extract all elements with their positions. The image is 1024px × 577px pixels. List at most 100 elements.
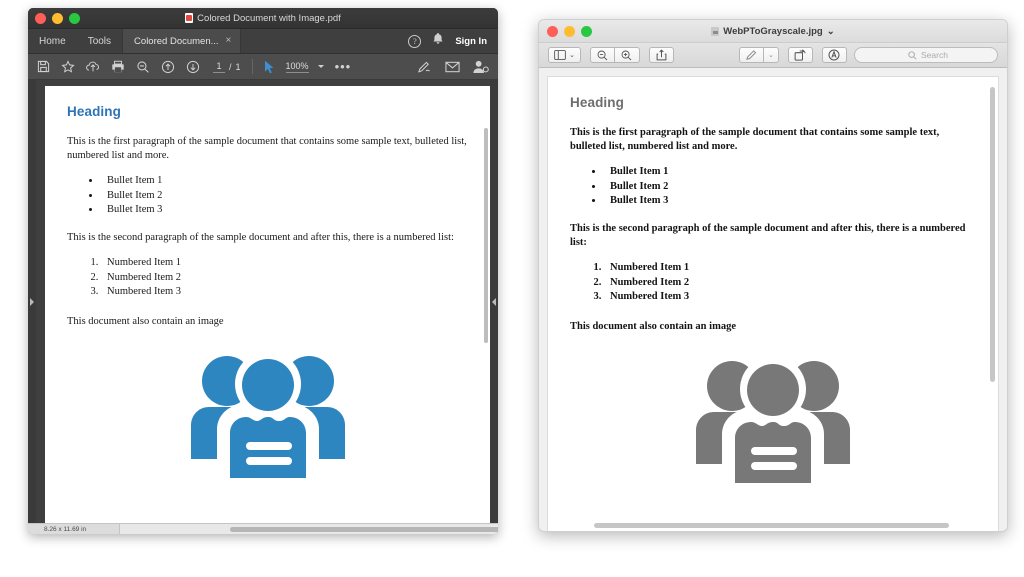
preview-horizontal-scrollbar[interactable] [594, 523, 949, 528]
document-tab[interactable]: Colored Documen... × [122, 29, 242, 53]
markup-pen-icon [746, 49, 757, 60]
left-panel-rail[interactable] [28, 80, 36, 523]
preview-vertical-scrollbar[interactable] [990, 87, 995, 382]
menu-item-home[interactable]: Home [28, 29, 77, 53]
chevron-down-icon[interactable] [317, 65, 324, 68]
markup-options-button[interactable]: ⌄ [763, 47, 779, 63]
maximize-button[interactable] [69, 13, 80, 24]
zoom-out-icon [597, 50, 608, 60]
preview-content-area: Heading This is the first paragraph of t… [539, 68, 1007, 531]
share-person-icon[interactable] [473, 60, 489, 74]
bell-icon[interactable] [432, 32, 444, 50]
jpg-file-icon [711, 26, 720, 36]
preview-titlebar: WebPToGrayscale.jpg ⌄ [539, 20, 1007, 43]
close-button[interactable] [547, 26, 558, 37]
previous-page-icon[interactable] [161, 60, 175, 74]
print-icon[interactable] [111, 60, 125, 73]
upload-cloud-icon[interactable] [86, 60, 100, 73]
list-item: Bullet Item 2 [604, 180, 976, 195]
acrobat-toolbar-right-group [417, 60, 489, 74]
document-paragraph-1: This is the first paragraph of the sampl… [570, 127, 940, 152]
list-item: Bullet Item 3 [101, 203, 468, 218]
current-page-input[interactable]: 1 [213, 61, 225, 73]
minimize-button[interactable] [52, 13, 63, 24]
screenshot-stage: Colored Document with Image.pdf Home Too… [0, 0, 1024, 577]
document-numbered-list: Numbered Item 1 Numbered Item 2 Numbered… [101, 256, 468, 300]
annotate-button[interactable] [821, 47, 847, 63]
rotate-icon [794, 49, 806, 61]
toolbar-divider [251, 59, 253, 74]
acrobat-title-text: Colored Document with Image.pdf [197, 12, 341, 24]
pdf-vertical-scrollbar[interactable] [484, 128, 488, 343]
document-heading: Heading [67, 104, 121, 119]
document-paragraph-3: This document also contain an image [570, 320, 736, 332]
zoom-level-value[interactable]: 100% [285, 61, 309, 73]
list-item: Numbered Item 3 [101, 285, 468, 300]
zoom-out-button[interactable] [589, 47, 615, 63]
markup-button[interactable] [738, 47, 764, 63]
right-panel-rail[interactable] [490, 80, 498, 523]
title-chevron-down-icon[interactable]: ⌄ [827, 26, 835, 37]
next-page-icon[interactable] [186, 60, 200, 74]
document-paragraph-2: This is the second paragraph of the samp… [570, 222, 966, 248]
zoom-out-icon[interactable] [136, 60, 150, 74]
document-image-grayscale [570, 352, 976, 500]
expand-left-panel-icon[interactable] [30, 297, 34, 306]
acrobat-traffic-lights[interactable] [35, 13, 80, 24]
document-bullet-list: Bullet Item 1 Bullet Item 2 Bullet Item … [604, 165, 976, 209]
share-icon [656, 49, 667, 61]
acrobat-document-viewport: Heading This is the first paragraph of t… [28, 80, 498, 523]
list-item: Numbered Item 2 [604, 276, 976, 291]
document-paragraph-3: This document also contain an image [67, 315, 224, 327]
star-icon[interactable] [61, 59, 75, 74]
list-item: Bullet Item 1 [604, 165, 976, 180]
search-icon [908, 50, 917, 60]
sign-in-button[interactable]: Sign In [455, 36, 487, 47]
save-icon[interactable] [37, 60, 50, 73]
more-tools-icon[interactable]: ••• [335, 60, 352, 73]
markup-chevron-down-icon: ⌄ [767, 51, 774, 59]
search-field[interactable]: Search [854, 47, 998, 63]
pdf-horizontal-scrollbar-track[interactable] [120, 524, 498, 535]
email-icon[interactable] [445, 61, 460, 73]
list-item: Numbered Item 2 [101, 271, 468, 286]
annotate-icon [828, 49, 840, 61]
total-pages: 1 [235, 61, 241, 72]
pdf-horizontal-scrollbar-thumb[interactable] [230, 526, 498, 532]
zoom-in-icon [621, 50, 632, 60]
collapse-right-panel-icon[interactable] [492, 297, 496, 306]
close-button[interactable] [35, 13, 46, 24]
menu-home-label: Home [39, 35, 66, 47]
maximize-button[interactable] [581, 26, 592, 37]
highlight-pen-icon[interactable] [417, 60, 432, 74]
zoom-control[interactable]: 100% [285, 61, 324, 73]
page-separator: / [229, 61, 232, 72]
people-group-icon [190, 350, 345, 478]
list-item: Bullet Item 3 [604, 194, 976, 209]
list-item: Bullet Item 2 [101, 189, 468, 204]
help-icon[interactable]: ? [408, 34, 422, 48]
preview-traffic-lights[interactable] [547, 26, 592, 37]
sidebar-toggle-button[interactable]: ⌄ [548, 47, 581, 63]
share-button[interactable] [648, 47, 674, 63]
document-paragraph-1: This is the first paragraph of the sampl… [67, 136, 467, 161]
minimize-button[interactable] [564, 26, 575, 37]
preview-window-title: WebPToGrayscale.jpg ⌄ [711, 26, 835, 37]
close-tab-icon[interactable]: × [226, 36, 232, 46]
acrobat-tabbar-right-controls: ? Sign In [408, 29, 498, 53]
list-item: Numbered Item 3 [604, 290, 976, 305]
menu-item-tools[interactable]: Tools [77, 29, 122, 53]
document-image-colored [67, 347, 468, 495]
grayscale-image-canvas: Heading This is the first paragraph of t… [547, 76, 999, 531]
list-item: Numbered Item 1 [101, 256, 468, 271]
rotate-button[interactable] [787, 47, 813, 63]
page-dimensions-label: 8.26 x 11.69 in [28, 523, 120, 534]
preview-toolbar: ⌄ ⌄ Search [539, 43, 1007, 68]
acrobat-window-title: Colored Document with Image.pdf [28, 13, 498, 24]
zoom-in-button[interactable] [614, 47, 640, 63]
menu-tools-label: Tools [87, 35, 112, 47]
cursor-arrow-icon[interactable] [264, 60, 275, 74]
acrobat-status-bar: 8.26 x 11.69 in [28, 523, 498, 534]
markup-button-group: ⌄ [738, 47, 779, 63]
page-navigation[interactable]: 1 / 1 [213, 61, 241, 73]
